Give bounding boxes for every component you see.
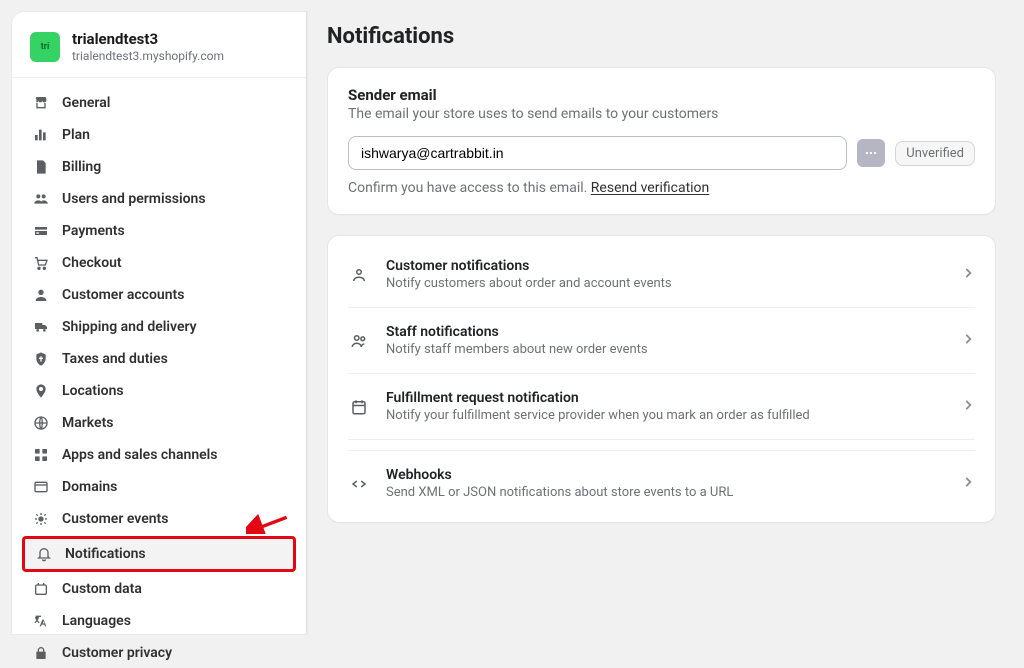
sidebar-item-domains[interactable]: Domains: [22, 472, 296, 502]
sidebar-item-label: Notifications: [65, 546, 146, 562]
bell-icon: [35, 545, 53, 563]
cust_acc-icon: [32, 286, 50, 304]
sidebar-item-label: Apps and sales channels: [62, 447, 218, 463]
section-subtitle: Notify staff members about new order eve…: [386, 342, 945, 357]
section-title: Customer notifications: [386, 258, 945, 274]
resend-verification-link[interactable]: Resend verification: [591, 180, 709, 196]
apps-icon: [32, 446, 50, 464]
notification-sections-card: Customer notifications Notify customers a…: [327, 235, 996, 523]
code-icon: [348, 473, 370, 495]
sidebar-item-label: Taxes and duties: [62, 351, 168, 367]
section-customer-notifications[interactable]: Customer notifications Notify customers a…: [348, 242, 975, 308]
fulfillment-icon: [348, 396, 370, 418]
more-actions-button[interactable]: [857, 139, 885, 167]
confirm-text: Confirm you have access to this email. R…: [348, 180, 975, 196]
section-webhooks[interactable]: Webhooks Send XML or JSON notifications a…: [348, 450, 975, 516]
store-domain: trialendtest3.myshopify.com: [72, 49, 224, 63]
sender-email-row: Unverified: [348, 136, 975, 170]
sidebar-item-label: Customer privacy: [62, 645, 172, 661]
users-icon: [32, 190, 50, 208]
store-header[interactable]: tri trialendtest3 trialendtest3.myshopif…: [12, 30, 306, 78]
sidebar-item-label: Custom data: [62, 581, 142, 597]
sidebar-item-customer-events[interactable]: Customer events: [22, 504, 296, 534]
sidebar: tri trialendtest3 trialendtest3.myshopif…: [12, 12, 307, 634]
section-title: Fulfillment request notification: [386, 390, 945, 406]
sidebar-item-shipping-and-delivery[interactable]: Shipping and delivery: [22, 312, 296, 342]
sidebar-item-custom-data[interactable]: Custom data: [22, 574, 296, 604]
sidebar-item-label: Customer accounts: [62, 287, 184, 303]
plan-icon: [32, 126, 50, 144]
sender-email-card: Sender email The email your store uses t…: [327, 67, 996, 215]
settings-nav: General Plan Billing Users and permissions P…: [12, 78, 306, 668]
section-title: Staff notifications: [386, 324, 945, 340]
staff-icon: [348, 330, 370, 352]
custom-icon: [32, 580, 50, 598]
sender-email-subtitle: The email your store uses to send emails…: [348, 106, 975, 122]
sidebar-item-plan[interactable]: Plan: [22, 120, 296, 150]
sidebar-item-label: General: [62, 95, 110, 111]
sidebar-item-label: Languages: [62, 613, 131, 629]
sidebar-item-label: Plan: [62, 127, 90, 143]
sidebar-item-checkout[interactable]: Checkout: [22, 248, 296, 278]
shipping-icon: [32, 318, 50, 336]
taxes-icon: [32, 350, 50, 368]
locations-icon: [32, 382, 50, 400]
chevron-right-icon: [961, 331, 975, 350]
sidebar-item-label: Domains: [62, 479, 117, 495]
sidebar-item-customer-accounts[interactable]: Customer accounts: [22, 280, 296, 310]
lock-icon: [32, 644, 50, 662]
sidebar-item-apps-and-sales-channels[interactable]: Apps and sales channels: [22, 440, 296, 470]
domains-icon: [32, 478, 50, 496]
sidebar-item-taxes-and-duties[interactable]: Taxes and duties: [22, 344, 296, 374]
sidebar-item-payments[interactable]: Payments: [22, 216, 296, 246]
sidebar-item-label: Users and permissions: [62, 191, 206, 207]
chevron-right-icon: [961, 397, 975, 416]
chevron-right-icon: [961, 474, 975, 493]
sidebar-item-label: Shipping and delivery: [62, 319, 197, 335]
sidebar-item-users-and-permissions[interactable]: Users and permissions: [22, 184, 296, 214]
sidebar-item-notifications[interactable]: Notifications: [22, 536, 296, 572]
person-icon: [348, 264, 370, 286]
section-subtitle: Send XML or JSON notifications about sto…: [386, 485, 945, 500]
events-icon: [32, 510, 50, 528]
sidebar-item-billing[interactable]: Billing: [22, 152, 296, 182]
sidebar-item-label: Markets: [62, 415, 114, 431]
sidebar-item-label: Customer events: [62, 511, 168, 527]
sidebar-item-markets[interactable]: Markets: [22, 408, 296, 438]
sidebar-item-general[interactable]: General: [22, 88, 296, 118]
main-content: Notifications Sender email The email you…: [307, 0, 1024, 634]
page-title: Notifications: [327, 24, 996, 49]
sidebar-item-label: Billing: [62, 159, 101, 175]
verification-badge: Unverified: [895, 141, 975, 166]
section-subtitle: Notify your fulfillment service provider…: [386, 408, 945, 423]
section-subtitle: Notify customers about order and account…: [386, 276, 945, 291]
store-name: trialendtest3: [72, 30, 224, 48]
store-icon: [32, 94, 50, 112]
payments-icon: [32, 222, 50, 240]
sidebar-item-label: Checkout: [62, 255, 122, 271]
sender-email-title: Sender email: [348, 86, 975, 104]
checkout-icon: [32, 254, 50, 272]
sidebar-item-label: Locations: [62, 383, 124, 399]
lang-icon: [32, 612, 50, 630]
markets-icon: [32, 414, 50, 432]
chevron-right-icon: [961, 265, 975, 284]
sidebar-item-customer-privacy[interactable]: Customer privacy: [22, 638, 296, 668]
sidebar-item-languages[interactable]: Languages: [22, 606, 296, 636]
section-staff-notifications[interactable]: Staff notifications Notify staff members …: [348, 308, 975, 374]
billing-icon: [32, 158, 50, 176]
section-fulfillment-request-notification[interactable]: Fulfillment request notification Notify y…: [348, 374, 975, 440]
sender-email-input[interactable]: [348, 136, 847, 170]
section-title: Webhooks: [386, 467, 945, 483]
store-avatar: tri: [30, 32, 60, 62]
sidebar-item-label: Payments: [62, 223, 125, 239]
sidebar-item-locations[interactable]: Locations: [22, 376, 296, 406]
